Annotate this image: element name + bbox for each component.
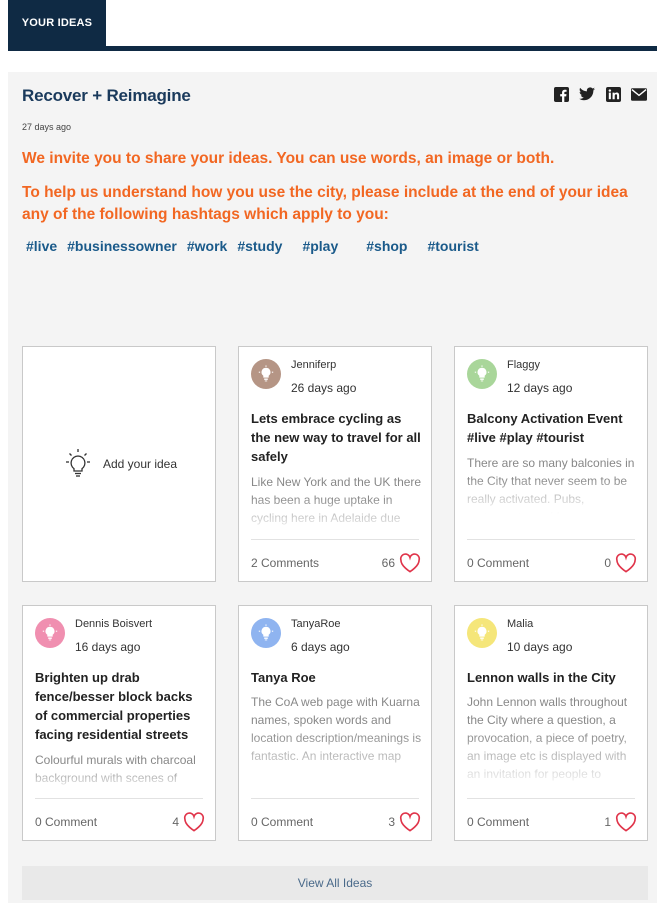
view-all-ideas-button[interactable]: View All Ideas	[22, 866, 648, 900]
like-control[interactable]: 4	[172, 812, 205, 832]
author-name[interactable]: Jenniferp	[291, 359, 336, 371]
comments-count[interactable]: 2 Comments	[251, 556, 319, 570]
share-bar	[553, 86, 647, 102]
idea-title[interactable]: Brighten up drab fence/besser block back…	[35, 668, 207, 744]
tab-bar: YOUR IDEAS	[0, 0, 657, 52]
divider	[467, 798, 635, 799]
heart-icon[interactable]	[615, 553, 637, 573]
author-name[interactable]: Flaggy	[507, 359, 540, 371]
email-icon[interactable]	[631, 86, 647, 102]
tab-your-ideas[interactable]: YOUR IDEAS	[8, 0, 106, 46]
page-title: Recover + Reimagine	[22, 86, 191, 105]
idea-excerpt: There are so many balconies in the City …	[467, 456, 635, 514]
like-control[interactable]: 0	[604, 553, 637, 573]
idea-card[interactable]: TanyaRoe 6 days ago Tanya Roe The CoA we…	[238, 605, 432, 841]
idea-title[interactable]: Balcony Activation Event #live #play #to…	[467, 409, 639, 447]
like-count: 1	[604, 815, 611, 829]
idea-excerpt: Colourful murals with charcoal backgroun…	[35, 753, 196, 785]
like-control[interactable]: 3	[388, 812, 421, 832]
facebook-icon[interactable]	[553, 86, 569, 102]
idea-card[interactable]: Malia 10 days ago Lennon walls in the Ci…	[454, 605, 648, 841]
hashtag-instructions: To help us understand how you use the ci…	[22, 184, 628, 223]
hashtag[interactable]: #study	[237, 238, 282, 254]
hashtag[interactable]: #shop	[366, 238, 407, 254]
avatar	[251, 359, 281, 389]
idea-title[interactable]: Lennon walls in the City	[467, 668, 639, 687]
post-age: 12 days ago	[507, 381, 573, 395]
like-count: 3	[388, 815, 395, 829]
hashtag[interactable]: #live	[26, 238, 57, 254]
comments-count[interactable]: 0 Comment	[251, 815, 313, 829]
twitter-icon[interactable]	[579, 86, 595, 102]
heart-icon[interactable]	[615, 812, 637, 832]
author-name[interactable]: TanyaRoe	[291, 618, 341, 630]
intro-text: We invite you to share your ideas. You c…	[22, 150, 555, 167]
lightbulb-icon	[258, 365, 274, 382]
like-control[interactable]: 66	[382, 553, 421, 573]
hashtag[interactable]: #businessowner	[67, 238, 177, 254]
lightbulb-icon	[258, 624, 274, 641]
author-name[interactable]: Malia	[507, 618, 533, 630]
heart-icon[interactable]	[399, 812, 421, 832]
comments-count[interactable]: 0 Comment	[467, 556, 529, 570]
ideas-panel: Recover + Reimagine 27 days ago We invit…	[8, 72, 657, 903]
divider	[251, 798, 419, 799]
avatar	[35, 618, 65, 648]
idea-title[interactable]: Lets embrace cycling as the new way to t…	[251, 409, 423, 466]
like-count: 66	[381, 556, 395, 570]
divider	[35, 798, 203, 799]
avatar	[467, 618, 497, 648]
lightbulb-icon	[42, 624, 58, 641]
idea-excerpt: The CoA web page with Kuarna names, spok…	[251, 695, 422, 763]
idea-title[interactable]: Tanya Roe	[251, 668, 423, 687]
lightbulb-icon	[65, 449, 90, 477]
heart-icon[interactable]	[399, 553, 421, 573]
post-date: 27 days ago	[22, 122, 72, 132]
hashtag-list: #live #businessowner #work #study #play …	[26, 238, 489, 254]
idea-card[interactable]: Dennis Boisvert 16 days ago Brighten up …	[22, 605, 216, 841]
avatar	[251, 618, 281, 648]
like-count: 4	[172, 815, 179, 829]
divider	[251, 539, 419, 540]
add-idea-card[interactable]: Add your idea	[22, 346, 216, 582]
heart-icon[interactable]	[183, 812, 205, 832]
post-age: 26 days ago	[291, 381, 357, 395]
like-count: 0	[604, 556, 611, 570]
author-name[interactable]: Dennis Boisvert	[75, 618, 152, 630]
idea-card[interactable]: Jenniferp 26 days ago Lets embrace cycli…	[238, 346, 432, 582]
linkedin-icon[interactable]	[605, 86, 621, 102]
comments-count[interactable]: 0 Comment	[467, 815, 529, 829]
comments-count[interactable]: 0 Comment	[35, 815, 97, 829]
post-age: 10 days ago	[507, 640, 573, 654]
hashtag[interactable]: #tourist	[427, 238, 478, 254]
like-control[interactable]: 1	[604, 812, 637, 832]
hashtag[interactable]: #work	[187, 238, 227, 254]
lightbulb-icon	[474, 365, 490, 382]
add-idea-label: Add your idea	[102, 457, 178, 471]
idea-excerpt: Like New York and the UK there has been …	[251, 475, 422, 525]
tab-underline	[8, 46, 657, 51]
post-age: 6 days ago	[291, 640, 350, 654]
idea-excerpt: John Lennon walls throughout the City wh…	[467, 695, 628, 781]
divider	[467, 539, 635, 540]
lightbulb-icon	[474, 624, 490, 641]
idea-card[interactable]: Flaggy 12 days ago Balcony Activation Ev…	[454, 346, 648, 582]
post-age: 16 days ago	[75, 640, 141, 654]
avatar	[467, 359, 497, 389]
hashtag[interactable]: #play	[302, 238, 338, 254]
